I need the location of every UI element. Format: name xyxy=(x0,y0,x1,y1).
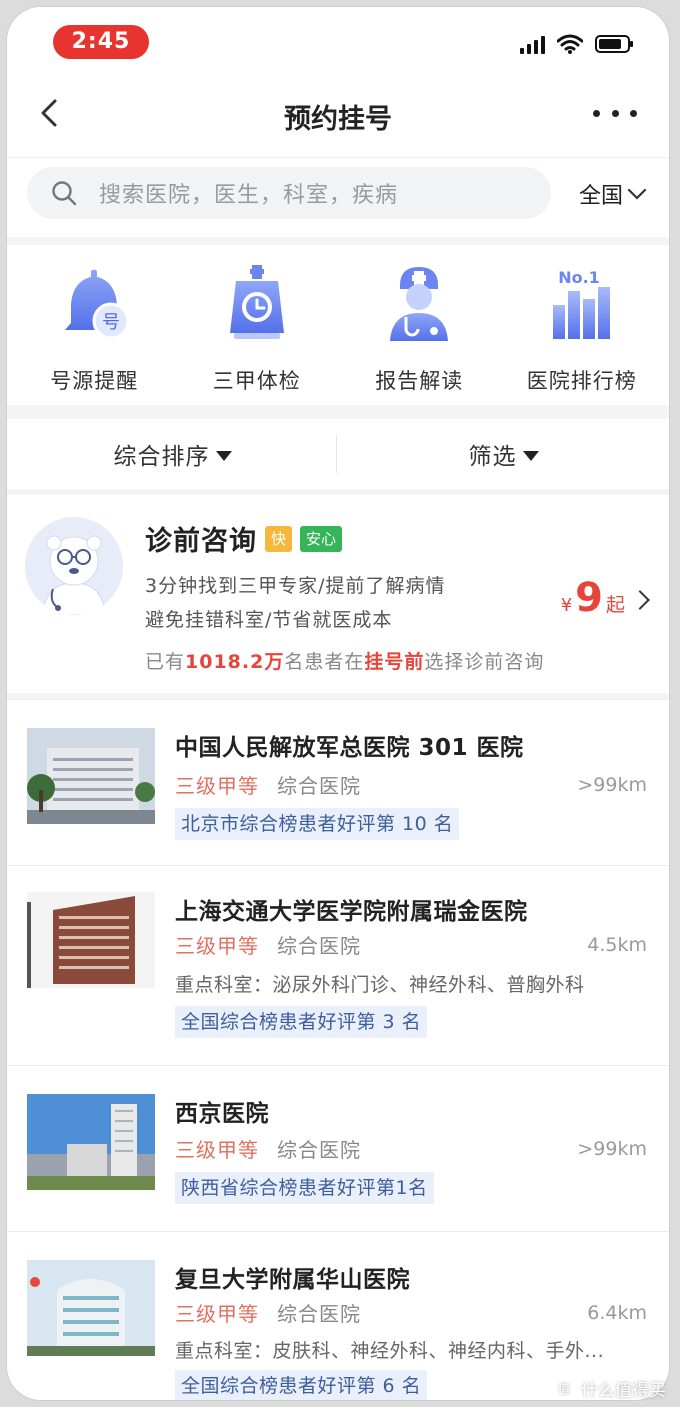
hospital-rank-badge: 陕西省综合榜患者好评第1名 xyxy=(175,1172,434,1204)
region-label: 全国 xyxy=(578,184,623,209)
hospital-name: 上海交通大学医学院附属瑞金医院 xyxy=(175,899,528,925)
filter-dropdown[interactable]: 筛选 xyxy=(338,437,669,471)
svg-text:No.1: No.1 xyxy=(558,268,600,287)
hospital-type: 综合医院 xyxy=(277,774,361,798)
hospital-item[interactable]: 中国人民解放军总医院 301 医院 三级甲等 综合医院 >99km 北京市综合榜患… xyxy=(7,699,669,865)
status-time: 2:45 xyxy=(53,25,149,59)
divider xyxy=(336,435,337,473)
consult-title: 诊前咨询 快 安心 xyxy=(145,519,343,558)
tag-fast: 快 xyxy=(265,525,293,552)
hospital-distance: >99km xyxy=(577,774,647,796)
hospital-grade: 三级甲等 xyxy=(175,934,259,958)
watermark: 值 什么值得买 xyxy=(553,1376,666,1401)
hospital-key-depts: 重点科室：泌尿外科门诊、神经外科、普胸外科 xyxy=(175,974,585,996)
search-icon xyxy=(52,181,77,206)
hospital-meta: 三级甲等 综合医院 xyxy=(175,1298,361,1327)
hospital-distance: 4.5km xyxy=(587,934,647,956)
price-symbol: ¥ xyxy=(560,595,573,616)
watermark-text: 什么值得买 xyxy=(581,1381,666,1401)
hospital-name: 中国人民解放军总医院 301 医院 xyxy=(175,735,524,761)
hospital-meta: 三级甲等 综合医院 xyxy=(175,1134,361,1163)
signal-icon xyxy=(520,36,545,54)
page-title: 预约挂号 xyxy=(284,104,392,135)
sort-dropdown[interactable]: 综合排序 xyxy=(7,437,338,471)
hospital-meta: 三级甲等 综合医院 xyxy=(175,930,361,959)
wifi-icon xyxy=(557,34,583,54)
checkup-clipboard-icon xyxy=(229,265,284,339)
sort-bar: 综合排序 筛选 xyxy=(7,419,669,489)
doctor-icon xyxy=(390,267,449,341)
quick-label: 三甲体检 xyxy=(212,369,301,393)
nav-bar: 预约挂号 xyxy=(7,73,669,157)
more-dots-icon[interactable] xyxy=(593,101,637,125)
consult-card[interactable]: 诊前咨询 快 安心 3分钟找到三甲专家/提前了解病情 避免挂错科室/节省就医成本… xyxy=(7,495,669,693)
chevron-right-icon xyxy=(630,590,650,610)
hospital-grade: 三级甲等 xyxy=(175,1302,259,1326)
hospital-rank-badge: 北京市综合榜患者好评第 10 名 xyxy=(175,808,460,840)
hospital-rank-badge: 全国综合榜患者好评第 3 名 xyxy=(175,1006,428,1038)
quick-item-checkup[interactable]: 三甲体检 xyxy=(182,245,332,405)
svg-text:号: 号 xyxy=(102,312,120,333)
ranking-chart-icon: No.1 xyxy=(552,268,610,339)
hospital-grade: 三级甲等 xyxy=(175,774,259,798)
hospital-item[interactable]: 复旦大学附属华山医院 三级甲等 综合医院 6.4km 重点科室：皮肤科、神经外科、… xyxy=(7,1231,669,1400)
hospital-type: 综合医院 xyxy=(277,1138,361,1162)
stat-count: 1018.2万 xyxy=(185,651,285,673)
watermark-logo: 值 xyxy=(553,1377,575,1400)
consult-stat: 已有1018.2万名患者在挂号前选择诊前咨询 xyxy=(145,647,544,674)
price-suffix: 起 xyxy=(605,594,625,616)
quick-label: 报告解读 xyxy=(375,369,464,393)
hospital-name: 复旦大学附属华山医院 xyxy=(175,1267,410,1293)
hospital-type: 综合医院 xyxy=(277,1302,361,1326)
stat-prefix: 已有 xyxy=(145,651,186,673)
price-value: 9 xyxy=(575,575,603,621)
consult-price: ¥ 9 起 xyxy=(561,575,625,621)
tag-safe: 安心 xyxy=(300,525,343,552)
status-bar: 2:45 xyxy=(7,7,669,73)
hospital-distance: 6.4km xyxy=(587,1302,647,1324)
quick-label: 医院排行榜 xyxy=(526,369,637,393)
quick-entries: 号 号源提醒 三甲体检 报告解读 No.1 医院排行榜 xyxy=(7,245,669,405)
search-placeholder: 搜索医院，医生，科室，疾病 xyxy=(99,183,399,208)
bell-icon: 号 xyxy=(65,269,130,340)
quick-item-report[interactable]: 报告解读 xyxy=(344,245,494,405)
hospital-grade: 三级甲等 xyxy=(175,1138,259,1162)
stat-middle: 名患者在 xyxy=(284,651,365,673)
hospital-meta: 三级甲等 综合医院 xyxy=(175,770,361,799)
consult-desc-1: 3分钟找到三甲专家/提前了解病情 xyxy=(145,575,446,597)
hospital-key-depts: 重点科室：皮肤科、神经外科、神经内科、手外... xyxy=(175,1340,605,1362)
quick-item-reminder[interactable]: 号 号源提醒 xyxy=(19,245,169,405)
hospital-item[interactable]: 西京医院 三级甲等 综合医院 >99km 陕西省综合榜患者好评第1名 xyxy=(7,1065,669,1231)
quick-item-ranking[interactable]: No.1 医院排行榜 xyxy=(507,245,657,405)
hospital-type: 综合医院 xyxy=(277,934,361,958)
filter-label: 筛选 xyxy=(468,444,517,470)
hospital-photo xyxy=(27,1260,155,1356)
stat-highlight: 挂号前 xyxy=(364,651,425,673)
consult-title-text: 诊前咨询 xyxy=(145,526,257,557)
chevron-down-icon xyxy=(627,188,647,200)
hospital-rank-badge: 全国综合榜患者好评第 6 名 xyxy=(175,1370,428,1400)
hospital-photo xyxy=(27,728,155,824)
battery-icon xyxy=(595,35,633,53)
search-row: 搜索医院，医生，科室，疾病 全国 xyxy=(7,157,669,237)
caret-down-icon xyxy=(522,450,539,461)
phone-screen: 2:45 预约挂号 搜索医院，医生，科室，疾病 全国 号 号源提醒 三甲体检 报… xyxy=(7,7,669,1400)
status-icons xyxy=(520,34,635,54)
hospital-photo xyxy=(27,892,155,988)
sort-label: 综合排序 xyxy=(113,444,210,470)
hospital-photo xyxy=(27,1094,155,1190)
region-selector[interactable]: 全国 xyxy=(579,178,647,210)
search-input[interactable]: 搜索医院，医生，科室，疾病 xyxy=(27,167,551,219)
consult-desc-2: 避免挂错科室/节省就医成本 xyxy=(145,609,393,631)
hospital-name: 西京医院 xyxy=(175,1101,269,1127)
caret-down-icon xyxy=(215,450,232,461)
quick-label: 号源提醒 xyxy=(50,369,139,393)
stat-suffix: 选择诊前咨询 xyxy=(424,651,545,673)
hospital-item[interactable]: 上海交通大学医学院附属瑞金医院 三级甲等 综合医院 4.5km 重点科室：泌尿外科… xyxy=(7,865,669,1065)
doctor-bear-avatar xyxy=(25,517,123,615)
hospital-distance: >99km xyxy=(577,1138,647,1160)
